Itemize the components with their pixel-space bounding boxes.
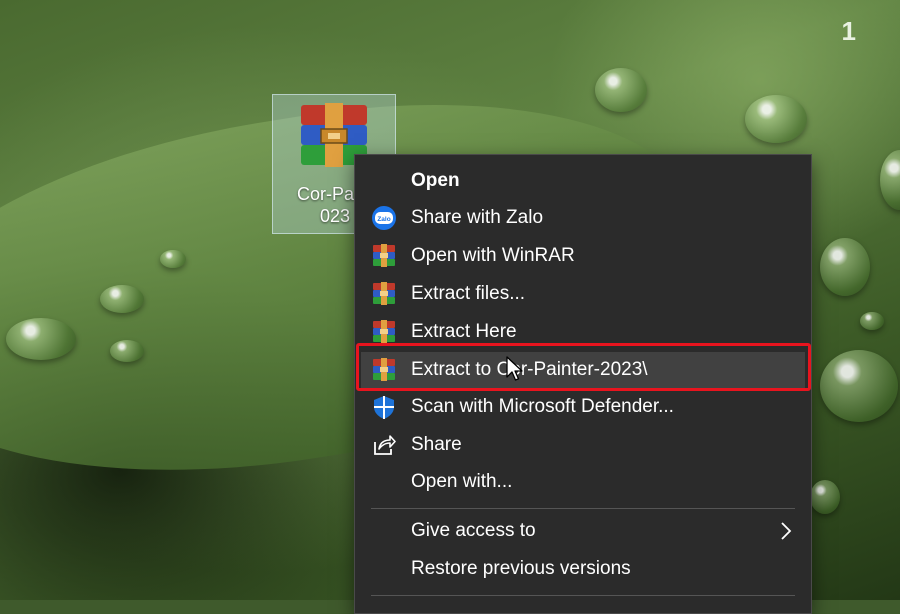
winrar-icon xyxy=(373,320,395,343)
chevron-right-icon xyxy=(781,522,792,540)
mouse-cursor-icon xyxy=(506,356,523,381)
water-drop xyxy=(820,238,870,296)
menu-item-open[interactable]: Open xyxy=(361,163,805,199)
menu-item-share[interactable]: Share xyxy=(361,427,805,463)
water-drop xyxy=(595,68,647,112)
water-drop xyxy=(100,285,144,313)
highlight-annotation-box xyxy=(356,343,811,391)
menu-item-label: Open with... xyxy=(411,471,513,492)
menu-item-label: Extract Here xyxy=(411,321,517,342)
menu-item-label: Open with WinRAR xyxy=(411,245,575,266)
water-drop xyxy=(110,340,144,362)
menu-item-open-with-winrar[interactable]: Open with WinRAR xyxy=(361,238,805,274)
winrar-icon xyxy=(373,244,395,267)
water-drop xyxy=(820,350,898,422)
step-number: 1 xyxy=(841,16,856,46)
defender-shield-icon xyxy=(374,396,394,419)
menu-item-label: Open xyxy=(411,170,460,191)
menu-separator xyxy=(371,595,795,596)
zalo-text: Zalo xyxy=(377,216,390,223)
water-drop xyxy=(860,312,884,330)
menu-item-extract-files[interactable]: Extract files... xyxy=(361,276,805,312)
share-icon xyxy=(374,435,396,455)
menu-item-restore-previous-versions[interactable]: Restore previous versions xyxy=(361,551,805,587)
water-drop xyxy=(810,480,840,514)
menu-item-share-with-zalo[interactable]: Zalo Share with Zalo xyxy=(361,200,805,236)
winrar-icon xyxy=(373,282,395,305)
menu-item-open-with[interactable]: Open with... xyxy=(361,464,805,500)
menu-item-label: Share xyxy=(411,434,462,455)
menu-item-scan-with-defender[interactable]: Scan with Microsoft Defender... xyxy=(361,389,805,425)
menu-item-label: Scan with Microsoft Defender... xyxy=(411,396,674,417)
water-drop xyxy=(745,95,807,143)
menu-item-label: Give access to xyxy=(411,520,536,541)
zalo-icon: Zalo xyxy=(372,206,396,230)
menu-item-label: Share with Zalo xyxy=(411,207,544,228)
menu-item-give-access-to[interactable]: Give access to xyxy=(361,513,805,549)
water-drop xyxy=(880,150,900,210)
menu-item-label: Restore previous versions xyxy=(411,558,631,579)
water-drop xyxy=(160,250,186,268)
water-drop xyxy=(6,318,76,360)
menu-item-label: Extract files... xyxy=(411,283,526,304)
menu-separator xyxy=(371,508,795,509)
